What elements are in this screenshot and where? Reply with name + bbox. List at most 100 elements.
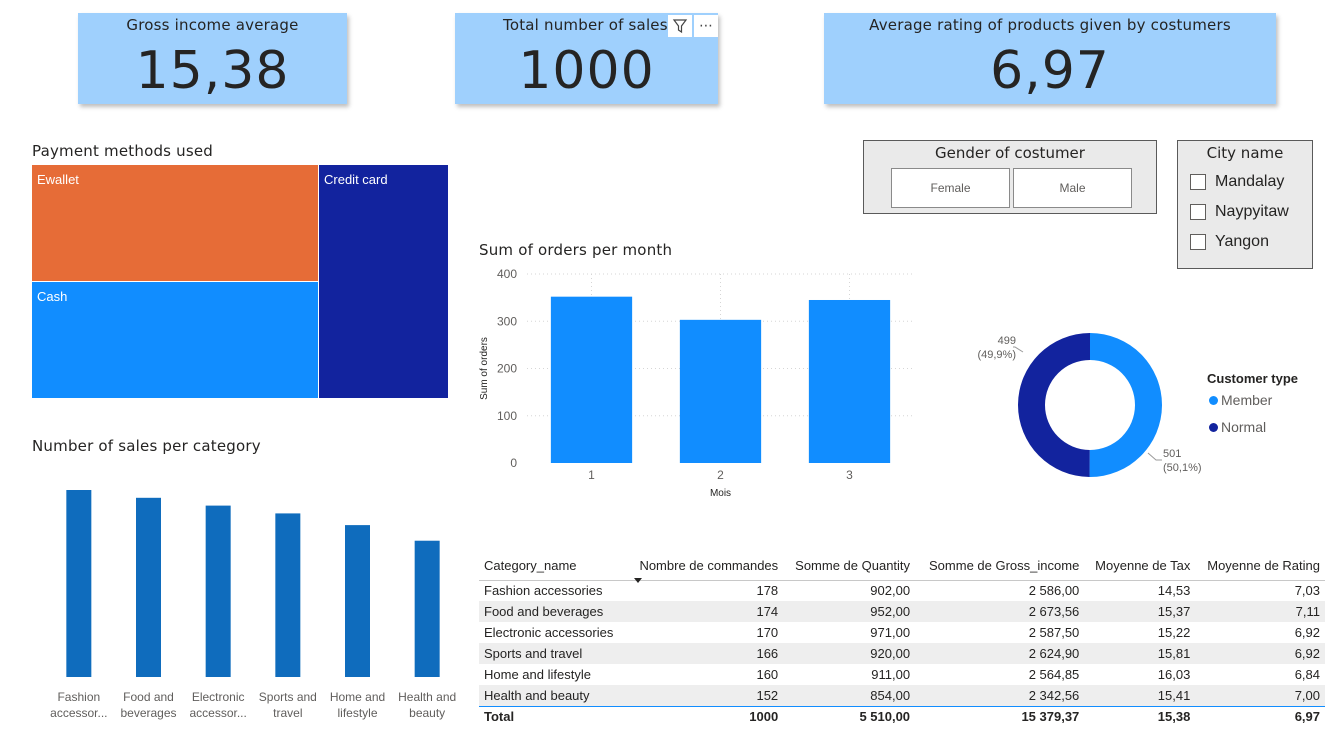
slicer-option-label: Naypyitaw	[1215, 203, 1289, 220]
visual-header-toolbar: ⋯	[668, 15, 718, 37]
table-cell: Home and lifestyle	[484, 667, 591, 682]
slicer-option-male[interactable]: Male	[1013, 168, 1132, 208]
x-tick-label: 3	[846, 468, 853, 482]
category-table[interactable]: Category_name Nombre de commandes Somme …	[479, 552, 1325, 727]
category-sales-chart[interactable]	[32, 470, 472, 680]
checkbox-icon[interactable]	[1190, 174, 1206, 190]
filter-icon[interactable]	[668, 15, 692, 37]
treemap-label: Ewallet	[37, 172, 79, 187]
checkbox-icon[interactable]	[1190, 234, 1206, 250]
slicer-option-naypyitaw[interactable]: Naypyitaw	[1190, 203, 1289, 221]
donut-leader-lines	[1013, 346, 1162, 461]
slicer-title: City name	[1206, 144, 1284, 162]
more-options-icon[interactable]: ⋯	[694, 15, 718, 37]
kpi-card-avg-rating[interactable]: Average rating of products given by cost…	[824, 13, 1276, 104]
table-cell: 170	[756, 625, 779, 640]
kpi-title: Gross income average	[126, 16, 299, 34]
legend-item-normal[interactable]: Normal	[1209, 419, 1266, 435]
table-cell: 16,03	[1157, 667, 1191, 682]
donut-label-value: 501	[1163, 448, 1182, 460]
treemap-tile-credit-card[interactable]: Credit card	[319, 165, 448, 398]
table-cell: 14,53	[1157, 583, 1191, 599]
table-cell: 2 342,56	[915, 685, 1085, 706]
table-cell: 15,37	[1084, 601, 1196, 622]
table-cell: Total	[479, 705, 627, 727]
bar[interactable]	[66, 490, 92, 677]
x-tick-label: Food and beverages	[120, 690, 177, 720]
bar[interactable]	[205, 505, 231, 677]
column-header[interactable]: Somme de Quantity	[783, 552, 915, 580]
bar[interactable]	[414, 540, 440, 677]
bar[interactable]	[679, 319, 762, 463]
table-cell: 2 586,00	[1028, 583, 1080, 599]
treemap-title: Payment methods used	[32, 142, 214, 160]
x-tick-label: Home and lifestyle	[329, 690, 386, 720]
slicer-option-female[interactable]: Female	[891, 168, 1010, 208]
donut-label-member: 501 (50,1%)	[1163, 447, 1202, 475]
slicer-title: Gender of costumer	[935, 144, 1085, 162]
kpi-value: 1000	[518, 41, 655, 101]
table-cell: 6,92	[1195, 643, 1325, 664]
legend-label: Member	[1221, 392, 1273, 408]
table-cell: Sports and travel	[479, 643, 627, 664]
y-axis-title: Sum of orders	[479, 337, 490, 400]
table-row[interactable]: Sports and travel 166 920,00 2 624,90 15,81 6…	[479, 643, 1325, 664]
table-cell: 6,92	[1294, 625, 1320, 640]
table-cell: 5 510,00	[783, 705, 916, 727]
column-header-label: Nombre de commandes	[639, 558, 779, 574]
kpi-value: 15,38	[135, 41, 290, 101]
table-row[interactable]: Fashion accessories 178 902,00 2 586,00 14,5…	[479, 580, 1325, 601]
table-row[interactable]: Health and beauty 152 854,00 2 342,56 15,41 7…	[479, 685, 1325, 706]
treemap-label: Cash	[37, 289, 68, 304]
bar[interactable]	[345, 525, 370, 677]
legend-dot-icon	[1209, 422, 1218, 432]
legend-item-member[interactable]: Member	[1209, 392, 1272, 408]
table-cell: 854,00	[783, 685, 916, 706]
x-axis-title: Mois	[710, 488, 731, 499]
x-tick-label: Sports and travel	[258, 690, 317, 720]
table-cell: 174	[626, 601, 784, 622]
treemap-tile-ewallet[interactable]: Ewallet	[32, 165, 318, 281]
leader-line-member	[1147, 452, 1162, 461]
table-cell: Food and beverages	[479, 601, 627, 622]
x-tick-label: Health and beauty	[398, 690, 457, 720]
kpi-card-total-sales[interactable]: Total number of sales 1000 ⋯	[455, 13, 718, 104]
table-cell: 911,00	[871, 667, 911, 682]
table-cell: 152	[626, 685, 784, 706]
checkbox-icon[interactable]	[1190, 204, 1206, 220]
table-cell: 15 379,37	[915, 705, 1085, 727]
table-row[interactable]: Food and beverages 174 952,00 2 673,56 15,37…	[479, 601, 1325, 622]
table-cell: 2 587,50	[1028, 625, 1080, 640]
table-row[interactable]: Electronic accessories 170 971,00 2 587,50 1…	[479, 622, 1325, 643]
slicer-option-mandalay[interactable]: Mandalay	[1190, 173, 1284, 191]
table-cell: Electronic accessories	[484, 625, 614, 640]
treemap-tile-cash[interactable]: Cash	[32, 282, 318, 398]
bar[interactable]	[808, 299, 891, 463]
table-row[interactable]: Home and lifestyle 160 911,00 2 564,85 16,03…	[479, 664, 1325, 685]
kpi-title: Average rating of products given by cost…	[869, 16, 1231, 34]
slicer-option-label: Mandalay	[1215, 173, 1285, 190]
table-body: Fashion accessories 178 902,00 2 586,00 14,5…	[479, 580, 1325, 706]
kpi-value: 6,97	[990, 41, 1110, 101]
column-header[interactable]: Moyenne de Tax	[1084, 552, 1195, 580]
x-tick-label: Electronic accessor...	[189, 690, 247, 720]
monthly-chart-title: Sum of orders per month	[479, 241, 673, 259]
table-cell: 166	[626, 643, 784, 664]
monthly-orders-chart[interactable]: Sum of orders Mois 0 100 200 300 400 1 2 3	[470, 262, 930, 507]
column-header[interactable]: Somme de Gross_income	[915, 552, 1084, 580]
table-cell: 2 673,56	[915, 601, 1085, 622]
table-cell: 15,81	[1084, 643, 1196, 664]
column-header[interactable]: Moyenne de Rating	[1195, 552, 1325, 580]
category-chart-title: Number of sales per category	[32, 437, 261, 455]
column-header[interactable]: Category_name	[479, 552, 626, 580]
kpi-card-gross-income[interactable]: Gross income average 15,38	[78, 13, 347, 104]
slicer-option-yangon[interactable]: Yangon	[1190, 233, 1269, 251]
table-cell: 952,00	[783, 601, 916, 622]
table-cell: 7,11	[1195, 601, 1325, 622]
bar[interactable]	[550, 296, 633, 463]
table-cell: 2 624,90	[915, 643, 1085, 664]
bar[interactable]	[275, 513, 301, 677]
column-header-sorted[interactable]: Nombre de commandes	[626, 552, 783, 583]
gender-slicer: Gender of costumer Female Male	[863, 140, 1157, 214]
bar[interactable]	[136, 497, 161, 677]
